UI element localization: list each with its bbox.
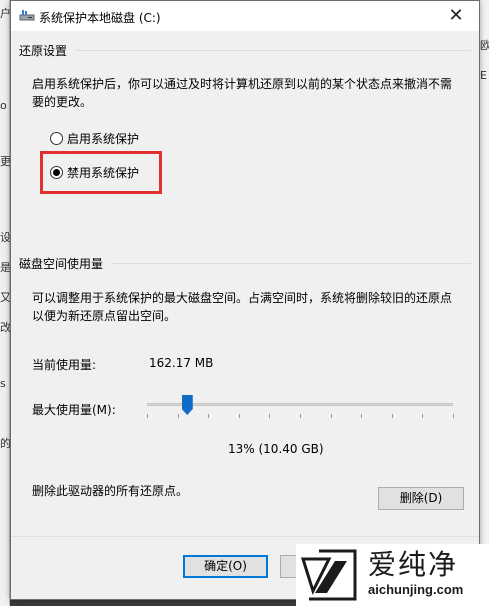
- disk-space-description: 可以调整用于系统保护的最大磁盘空间。占满空间时，系统将删除较旧的还原点 以便为新…: [32, 289, 472, 325]
- slider-tick: [147, 414, 148, 418]
- max-usage-label: 最大使用量(M):: [32, 403, 116, 417]
- slider-tick: [177, 414, 179, 418]
- brand-url: aichunjing.com: [368, 582, 464, 597]
- slider-track[interactable]: [147, 403, 453, 406]
- background-window-left: 户 o 更 设 是 又 改 s 的: [0, 0, 11, 606]
- slider-tick: [453, 414, 454, 418]
- option-label: 启用系统保护: [67, 132, 140, 146]
- background-text: E: [480, 69, 487, 82]
- max-usage-readout: 13% (10.40 GB): [228, 442, 324, 456]
- brand-logo-icon: [300, 549, 357, 601]
- slider-tick: [330, 414, 332, 418]
- restore-settings-heading: 还原设置: [19, 44, 68, 58]
- delete-button[interactable]: 删除(D): [378, 487, 464, 510]
- background-window-right: 欧 E: [479, 0, 489, 606]
- enable-protection-option[interactable]: 启用系统保护: [50, 130, 139, 147]
- radio-button-selected[interactable]: [50, 166, 63, 179]
- drive-icon: [19, 10, 35, 21]
- slider-tick: [361, 414, 363, 418]
- option-label: 禁用系统保护: [67, 166, 140, 180]
- slider-tick: [422, 414, 424, 418]
- restore-settings-description: 启用系统保护后，你可以通过及时将计算机还原到以前的某个状态点来撤消不需 要的更改…: [32, 75, 472, 111]
- background-text: 欧: [480, 39, 489, 52]
- slider-tick: [269, 414, 271, 418]
- window-title: 系统保护本地磁盘 (C:): [39, 11, 161, 25]
- current-usage-value: 162.17 MB: [149, 356, 214, 370]
- current-usage-label: 当前使用量:: [32, 358, 97, 372]
- background-text: o: [0, 99, 7, 112]
- brand-name: 爱纯净: [368, 548, 459, 581]
- watermark: 爱纯净 aichunjing.com: [296, 544, 489, 606]
- close-button[interactable]: ✕: [433, 1, 479, 31]
- disk-space-heading: 磁盘空间使用量: [19, 257, 104, 271]
- disable-protection-option[interactable]: 禁用系统保护: [50, 164, 139, 181]
- section-divider: [111, 263, 471, 264]
- system-protection-dialog: 系统保护本地磁盘 (C:) ✕ 还原设置 启用系统保护后，你可以通过及时将计算机…: [10, 0, 480, 600]
- slider-tick: [208, 414, 210, 418]
- footer-divider: [11, 536, 479, 537]
- delete-description: 删除此驱动器的所有还原点。: [32, 484, 189, 498]
- close-icon: ✕: [448, 5, 464, 26]
- description-line: 要的更改。: [32, 95, 93, 109]
- slider-tick: [391, 414, 393, 418]
- title-bar: 系统保护本地磁盘 (C:) ✕: [11, 1, 479, 31]
- section-divider: [75, 50, 471, 51]
- slider-tick: [300, 414, 301, 418]
- description-line: 以便为新还原点留出空间。: [32, 309, 177, 323]
- slider-thumb[interactable]: [181, 395, 193, 415]
- description-line: 启用系统保护后，你可以通过及时将计算机还原到以前的某个状态点来撤消不需: [32, 77, 453, 91]
- radio-button[interactable]: [50, 132, 63, 145]
- ok-button[interactable]: 确定(O): [183, 555, 268, 578]
- slider-tick: [238, 414, 240, 418]
- description-line: 可以调整用于系统保护的最大磁盘空间。占满空间时，系统将删除较旧的还原点: [32, 291, 453, 305]
- background-text: s: [0, 377, 6, 390]
